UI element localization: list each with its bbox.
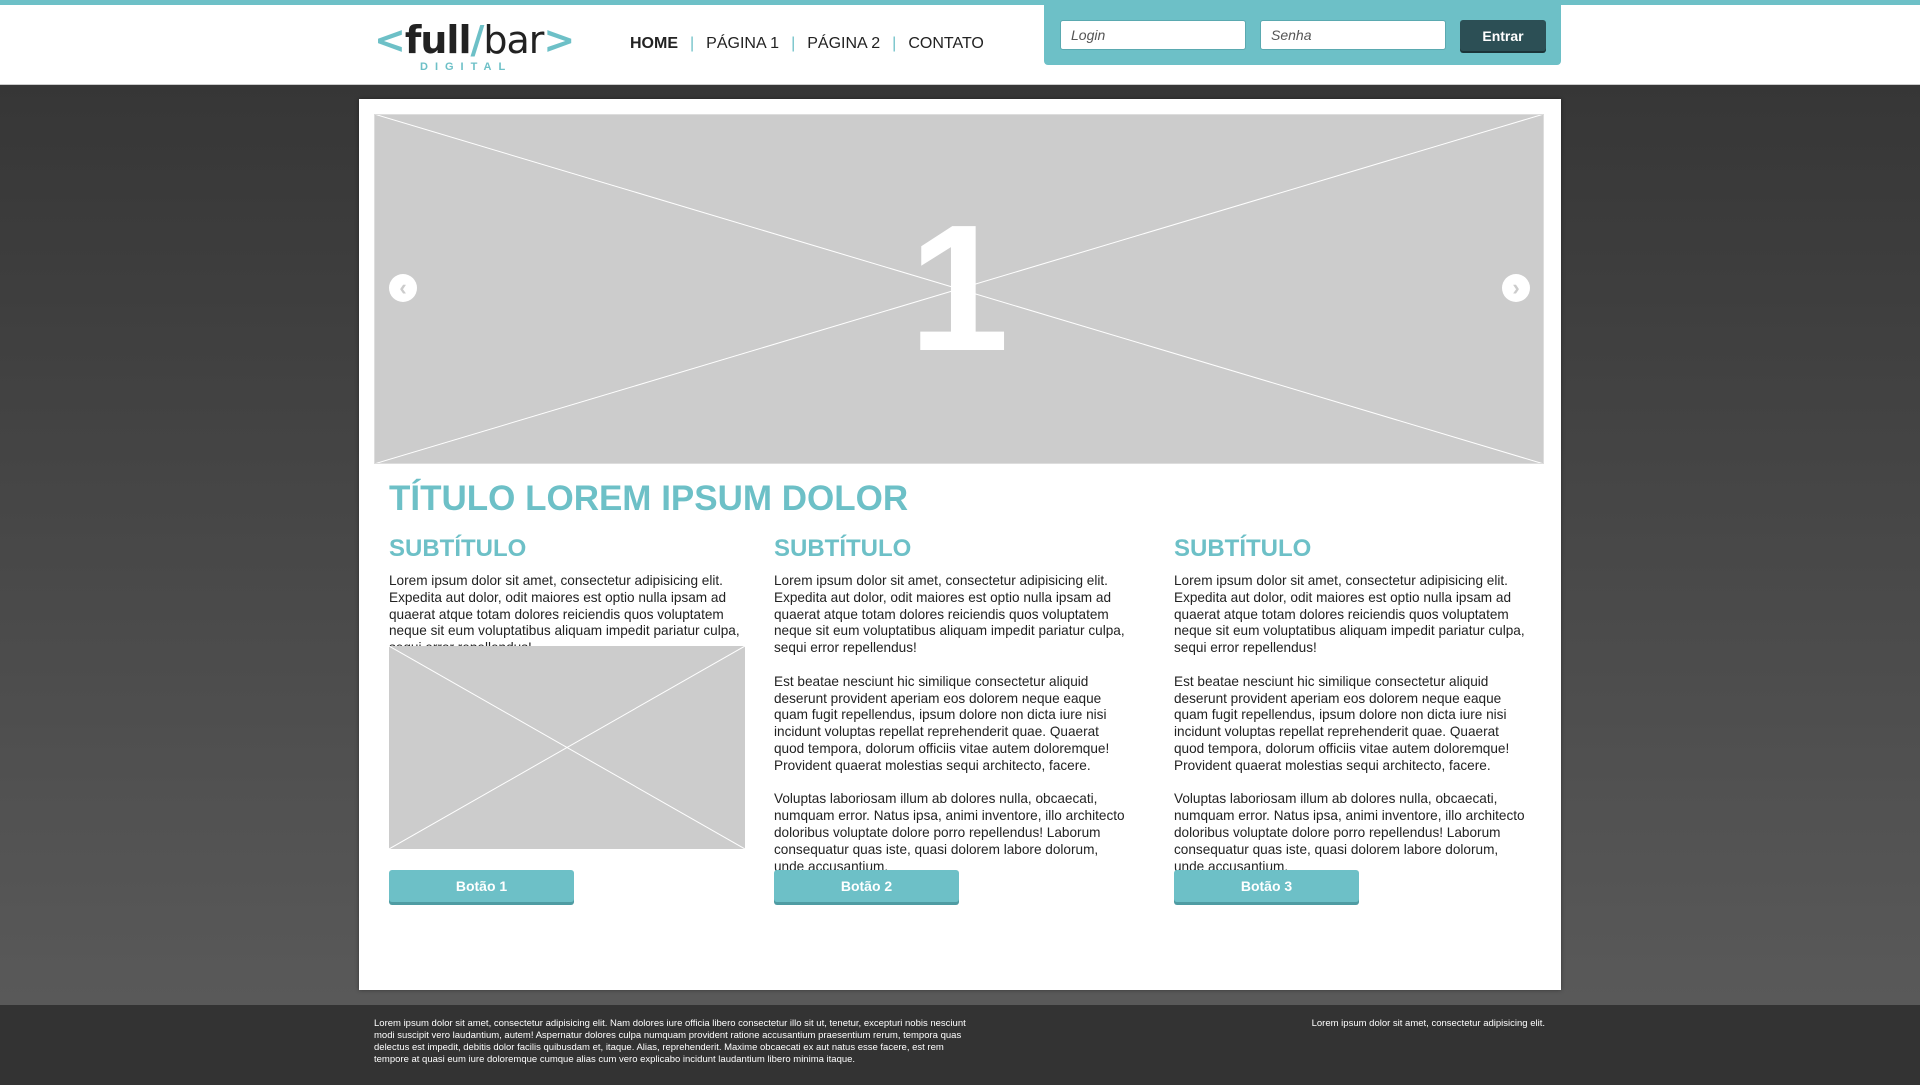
main-content: 1 ‹ › TÍTULO LOREM IPSUM DOLOR SUBTÍTULO… [359, 99, 1561, 990]
logo-tagline: DIGITAL [420, 61, 513, 73]
column-paragraph: Lorem ipsum dolor sit amet, consectetur … [1174, 573, 1525, 656]
column-subtitle: SUBTÍTULO [1174, 535, 1312, 562]
logo-wordmark: <full/bar> [374, 18, 575, 62]
nav-item-pagina-1[interactable]: PÁGINA 1 [706, 35, 779, 53]
nav-separator: | [892, 35, 897, 52]
column-paragraph: Est beatae nesciunt hic similique consec… [1174, 673, 1510, 773]
login-input[interactable] [1060, 20, 1246, 50]
nav-item-pagina-2[interactable]: PÁGINA 2 [807, 35, 880, 53]
login-form: Entrar [1044, 5, 1561, 65]
nav-item-contato[interactable]: CONTATO [908, 35, 984, 53]
footer-text-left: Lorem ipsum dolor sit amet, consectetur … [374, 1018, 966, 1065]
column-button-2[interactable]: Botão 2 [774, 870, 959, 902]
column-paragraph: Est beatae nesciunt hic similique consec… [774, 673, 1110, 773]
image-carousel: 1 ‹ › [374, 114, 1544, 464]
logo-slash: / [470, 18, 484, 62]
site-footer: Lorem ipsum dolor sit amet, consectetur … [0, 1005, 1920, 1085]
nav-item-home[interactable]: HOME [630, 35, 678, 53]
column-paragraph: Lorem ipsum dolor sit amet, consectetur … [389, 573, 740, 655]
main-nav: HOME | PÁGINA 1 | PÁGINA 2 | CONTATO [630, 35, 984, 53]
page-title: TÍTULO LOREM IPSUM DOLOR [389, 479, 909, 518]
logo-word-full: full [404, 18, 472, 62]
logo-word-bar: bar [483, 18, 544, 62]
column-paragraph: Lorem ipsum dolor sit amet, consectetur … [774, 573, 1125, 656]
nav-separator: | [791, 35, 796, 52]
site-logo[interactable]: <full/bar> DIGITAL [374, 19, 575, 77]
login-submit-button[interactable]: Entrar [1460, 20, 1546, 51]
column-subtitle: SUBTÍTULO [774, 535, 912, 562]
column-paragraph: Voluptas laboriosam illum ab dolores nul… [774, 791, 1125, 874]
image-placeholder-icon [389, 646, 745, 849]
content-column-1: SUBTÍTULO Lorem ipsum dolor sit amet, co… [389, 535, 745, 902]
logo-right-bracket: > [543, 18, 575, 62]
column-paragraph: Voluptas laboriosam illum ab dolores nul… [1174, 791, 1525, 874]
footer-text-right: Lorem ipsum dolor sit amet, consectetur … [1311, 1018, 1545, 1029]
chevron-right-icon[interactable]: › [1502, 274, 1530, 302]
chevron-left-icon[interactable]: ‹ [389, 274, 417, 302]
logo-left-bracket: < [374, 18, 406, 62]
content-column-3: SUBTÍTULO Lorem ipsum dolor sit amet, co… [1174, 535, 1526, 902]
slide-number: 1 [908, 188, 1010, 389]
content-column-2: SUBTÍTULO Lorem ipsum dolor sit amet, co… [774, 535, 1126, 902]
password-input[interactable] [1260, 20, 1446, 50]
column-button-3[interactable]: Botão 3 [1174, 870, 1359, 902]
column-button-1[interactable]: Botão 1 [389, 870, 574, 902]
column-subtitle: SUBTÍTULO [389, 535, 527, 562]
column-image [389, 646, 745, 849]
nav-separator: | [690, 35, 695, 52]
site-header: <full/bar> DIGITAL HOME | PÁGINA 1 | PÁG… [0, 5, 1920, 85]
